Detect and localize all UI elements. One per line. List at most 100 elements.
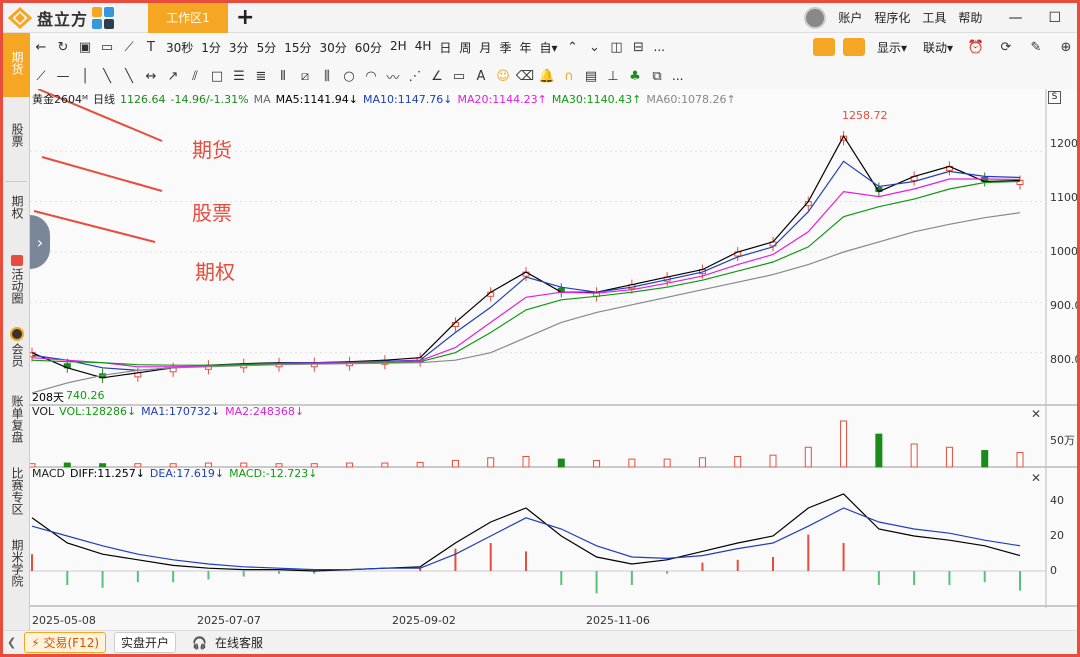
period-button[interactable]: 周: [455, 39, 475, 56]
period-button[interactable]: 季: [495, 39, 515, 56]
macd-hist-value: MACD:-12.723↓: [229, 467, 318, 480]
period-button[interactable]: 4H: [411, 39, 436, 56]
svip-icon[interactable]: [842, 38, 865, 56]
ruler-icon[interactable]: ▭: [448, 69, 470, 84]
sidebar-item-options[interactable]: 期权: [3, 195, 30, 235]
collapse-up-icon[interactable]: ⌃: [562, 40, 584, 55]
magnet-icon[interactable]: ∩: [558, 69, 580, 84]
split-horizontal-icon[interactable]: ⊟: [628, 40, 650, 55]
vertical-line-icon[interactable]: │: [74, 69, 96, 84]
fan-icon[interactable]: ⋰: [404, 69, 426, 84]
period-button[interactable]: 30秒: [162, 39, 197, 56]
period-button[interactable]: 年: [515, 39, 535, 56]
menu-tools[interactable]: 工具: [922, 9, 946, 26]
sidebar-item-futures[interactable]: 期货: [3, 33, 30, 97]
period-label[interactable]: 日线: [93, 91, 115, 107]
eraser-icon[interactable]: ⌫: [514, 69, 536, 84]
refresh-icon[interactable]: ↻: [52, 40, 74, 55]
pitchfork-icon[interactable]: ⫼: [316, 69, 338, 84]
display-menu[interactable]: 显示▾: [873, 39, 911, 56]
add-circle-icon[interactable]: ⊕: [1055, 40, 1077, 55]
period-button[interactable]: 日: [435, 39, 455, 56]
trend-line-icon[interactable]: ╲: [118, 69, 140, 84]
price-label-icon[interactable]: ▤: [580, 69, 602, 84]
sidebar-item-stocks[interactable]: 股票: [3, 123, 30, 163]
gann-icon[interactable]: ⧄: [294, 69, 316, 84]
sidebar-label: 期权: [10, 195, 24, 219]
online-service-link[interactable]: 在线客服: [215, 634, 263, 651]
sidebar-divider: [5, 181, 27, 182]
link-menu[interactable]: 联动▾: [919, 39, 957, 56]
sidebar-item-activity[interactable]: 活动圈: [3, 255, 30, 315]
collapse-left-icon[interactable]: ❮: [7, 636, 16, 649]
drawing-more[interactable]: ...: [668, 69, 687, 83]
arc-icon[interactable]: ◠: [360, 69, 382, 84]
scale-toggle-button[interactable]: S: [1048, 91, 1061, 104]
period-button[interactable]: 5分: [253, 39, 281, 56]
sidebar-item-member[interactable]: 会员: [3, 327, 30, 377]
angle-icon[interactable]: ∠: [426, 69, 448, 84]
pen-icon[interactable]: ✎: [1025, 40, 1047, 55]
screenshot-icon[interactable]: ⧉: [646, 69, 668, 84]
open-folder-icon[interactable]: ▭: [96, 40, 118, 55]
minimize-button[interactable]: —: [1008, 10, 1022, 26]
menu-programming[interactable]: 程序化: [874, 9, 910, 26]
add-tab-button[interactable]: +: [236, 5, 254, 30]
chart-area[interactable]: 黄金2604ᴹ 日线 1126.64 -14.96/-1.31% MA MA5:…: [30, 89, 1077, 627]
extended-line-icon[interactable]: ↔: [140, 69, 162, 84]
app-logo: 盘立方: [3, 6, 148, 30]
segment-tool-icon[interactable]: ⟋: [30, 69, 52, 84]
maximize-button[interactable]: ☐: [1048, 10, 1061, 26]
vol-indicator-name[interactable]: VOL: [32, 405, 54, 418]
period-button[interactable]: 15分: [280, 39, 315, 56]
period-button[interactable]: 3分: [225, 39, 253, 56]
menu-account[interactable]: 账户: [838, 9, 862, 26]
fib-retracement-icon[interactable]: ☰: [228, 69, 250, 84]
club-icon[interactable]: ♣: [624, 69, 646, 84]
period-button[interactable]: 月: [475, 39, 495, 56]
sync-icon[interactable]: ⟳: [995, 40, 1017, 55]
bell-icon[interactable]: 🔔: [536, 69, 558, 84]
rectangle-icon[interactable]: □: [206, 69, 228, 84]
arrow-line-icon[interactable]: ↗: [162, 69, 184, 84]
save-icon[interactable]: ▣: [74, 40, 96, 55]
back-icon[interactable]: ←: [30, 40, 52, 55]
period-lines-icon[interactable]: ⦀: [272, 69, 294, 84]
expand-down-icon[interactable]: ⌄: [584, 40, 606, 55]
wave-icon[interactable]: 〰: [382, 67, 404, 86]
close-macd-icon[interactable]: ✕: [1031, 471, 1041, 485]
annotation-stocks: 股票: [192, 201, 232, 225]
kline-chart[interactable]: [30, 89, 1077, 608]
range-icon[interactable]: ⊥: [602, 69, 624, 84]
trade-button[interactable]: ⚡ 交易(F12): [24, 632, 107, 653]
horizontal-line-icon[interactable]: —: [52, 69, 74, 84]
alarm-icon[interactable]: ⏰: [965, 40, 987, 55]
vip-icon[interactable]: [812, 38, 835, 56]
ray-tool-icon[interactable]: ╲: [96, 69, 118, 84]
sidebar-item-review[interactable]: 账单复盘: [3, 395, 30, 455]
tab-workspace[interactable]: 工作区1: [148, 3, 228, 33]
fib-levels-icon[interactable]: ≣: [250, 69, 272, 84]
sidebar-item-academy[interactable]: 期米学院: [3, 539, 30, 599]
open-account-button[interactable]: 实盘开户: [114, 632, 177, 653]
close-volume-icon[interactable]: ✕: [1031, 407, 1041, 421]
macd-indicator-name[interactable]: MACD: [32, 467, 65, 480]
text-label-icon[interactable]: A: [470, 69, 492, 84]
menu-help[interactable]: 帮助: [958, 9, 982, 26]
annotation-arrow: [33, 210, 156, 243]
circle-icon[interactable]: ○: [338, 69, 360, 84]
period-button[interactable]: 60分: [351, 39, 386, 56]
period-button[interactable]: 30分: [315, 39, 350, 56]
emoji-icon[interactable]: ☺: [492, 69, 514, 84]
period-button[interactable]: 1分: [197, 39, 225, 56]
period-button[interactable]: 自▾: [535, 39, 561, 56]
period-button[interactable]: 2H: [386, 39, 411, 56]
sidebar-item-contest[interactable]: 比赛专区: [3, 467, 30, 527]
parallel-line-icon[interactable]: ⫽: [184, 69, 206, 84]
avatar[interactable]: [804, 6, 827, 29]
split-vertical-icon[interactable]: ◫: [606, 40, 628, 55]
symbol-name[interactable]: 黄金2604ᴹ: [32, 91, 88, 107]
toolbar-more[interactable]: ...: [650, 40, 669, 54]
line-chart-icon[interactable]: ⟋: [118, 40, 140, 55]
text-icon[interactable]: T: [140, 40, 162, 55]
